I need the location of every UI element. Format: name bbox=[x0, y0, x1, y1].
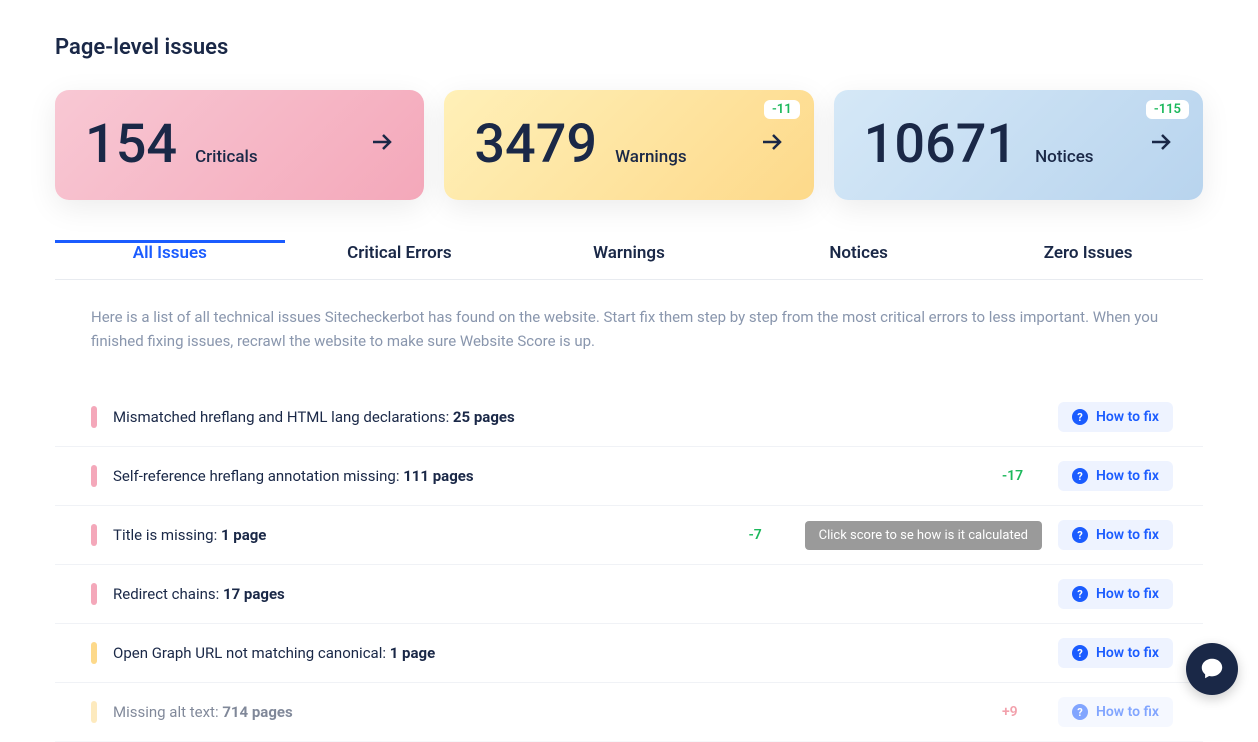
help-icon: ? bbox=[1072, 586, 1088, 602]
issue-text: Self-reference hreflang annotation missi… bbox=[113, 467, 986, 485]
issue-text: Title is missing: 1 page bbox=[113, 526, 733, 544]
issue-delta: -7 bbox=[749, 527, 789, 543]
score-tooltip: Click score to se how is it calculated bbox=[805, 521, 1042, 550]
severity-indicator-critical bbox=[91, 524, 97, 546]
criticals-label: Criticals bbox=[195, 147, 258, 167]
page-title: Page-level issues bbox=[55, 35, 1203, 60]
tab-warnings[interactable]: Warnings bbox=[514, 240, 744, 279]
issue-row[interactable]: Self-reference hreflang annotation missi… bbox=[55, 447, 1203, 506]
issue-text: Open Graph URL not matching canonical: 1… bbox=[113, 644, 986, 662]
issue-row[interactable]: Mismatched hreflang and HTML lang declar… bbox=[55, 388, 1203, 447]
stat-card-notices[interactable]: -115 10671 Notices bbox=[834, 90, 1203, 200]
stat-card-warnings[interactable]: -11 3479 Warnings bbox=[444, 90, 813, 200]
help-icon: ? bbox=[1072, 645, 1088, 661]
severity-indicator-warning bbox=[91, 701, 97, 723]
arrow-right-icon bbox=[1149, 132, 1173, 158]
issue-row[interactable]: Redirect chains: 17 pages ? How to fix bbox=[55, 565, 1203, 624]
warnings-delta: -11 bbox=[764, 100, 800, 119]
chat-icon bbox=[1199, 656, 1225, 682]
tab-notices[interactable]: Notices bbox=[744, 240, 974, 279]
issue-text: Mismatched hreflang and HTML lang declar… bbox=[113, 408, 986, 426]
how-to-fix-button[interactable]: ? How to fix bbox=[1058, 520, 1173, 550]
issue-delta: +9 bbox=[1002, 704, 1042, 720]
tabs: All Issues Critical Errors Warnings Noti… bbox=[55, 240, 1203, 280]
issue-row[interactable]: Open Graph URL not matching canonical: 1… bbox=[55, 624, 1203, 683]
help-icon: ? bbox=[1072, 704, 1088, 720]
notices-value: 10671 bbox=[864, 118, 1017, 172]
issue-row[interactable]: Missing alt text: 714 pages +9 ? How to … bbox=[55, 683, 1203, 742]
how-to-fix-label: How to fix bbox=[1096, 586, 1159, 602]
description-text: Here is a list of all technical issues S… bbox=[91, 305, 1167, 353]
tab-all-issues[interactable]: All Issues bbox=[55, 240, 285, 279]
severity-indicator-warning bbox=[91, 642, 97, 664]
how-to-fix-label: How to fix bbox=[1096, 409, 1159, 425]
issue-count: 714 pages bbox=[222, 703, 292, 721]
issue-delta: -17 bbox=[1002, 468, 1042, 484]
arrow-right-icon bbox=[760, 132, 784, 158]
help-icon: ? bbox=[1072, 409, 1088, 425]
stat-cards: 154 Criticals -11 3479 Warnings -115 106… bbox=[55, 90, 1203, 200]
warnings-label: Warnings bbox=[615, 147, 687, 167]
issue-count: 1 page bbox=[221, 526, 266, 544]
help-icon: ? bbox=[1072, 527, 1088, 543]
severity-indicator-critical bbox=[91, 406, 97, 428]
notices-delta: -115 bbox=[1146, 100, 1189, 119]
notices-label: Notices bbox=[1035, 147, 1093, 167]
warnings-value: 3479 bbox=[474, 118, 597, 172]
arrow-right-icon bbox=[370, 132, 394, 158]
issues-list: Mismatched hreflang and HTML lang declar… bbox=[55, 388, 1203, 742]
how-to-fix-button[interactable]: ? How to fix bbox=[1058, 402, 1173, 432]
issue-count: 111 pages bbox=[403, 467, 473, 485]
stat-card-criticals[interactable]: 154 Criticals bbox=[55, 90, 424, 200]
tab-critical-errors[interactable]: Critical Errors bbox=[285, 240, 515, 279]
how-to-fix-label: How to fix bbox=[1096, 468, 1159, 484]
issue-count: 17 pages bbox=[223, 585, 285, 603]
how-to-fix-button[interactable]: ? How to fix bbox=[1058, 579, 1173, 609]
tab-zero-issues[interactable]: Zero Issues bbox=[973, 240, 1203, 279]
issue-count: 1 page bbox=[390, 644, 435, 662]
how-to-fix-label: How to fix bbox=[1096, 645, 1159, 661]
how-to-fix-label: How to fix bbox=[1096, 704, 1159, 720]
severity-indicator-critical bbox=[91, 583, 97, 605]
how-to-fix-button[interactable]: ? How to fix bbox=[1058, 697, 1173, 727]
how-to-fix-button[interactable]: ? How to fix bbox=[1058, 638, 1173, 668]
severity-indicator-critical bbox=[91, 465, 97, 487]
criticals-value: 154 bbox=[85, 118, 177, 172]
issue-text: Missing alt text: 714 pages bbox=[113, 703, 986, 721]
how-to-fix-button[interactable]: ? How to fix bbox=[1058, 461, 1173, 491]
chat-fab-button[interactable] bbox=[1186, 643, 1238, 695]
help-icon: ? bbox=[1072, 468, 1088, 484]
issue-count: 25 pages bbox=[453, 408, 515, 426]
issue-text: Redirect chains: 17 pages bbox=[113, 585, 986, 603]
issue-row[interactable]: Title is missing: 1 page -7 Click score … bbox=[55, 506, 1203, 565]
how-to-fix-label: How to fix bbox=[1096, 527, 1159, 543]
